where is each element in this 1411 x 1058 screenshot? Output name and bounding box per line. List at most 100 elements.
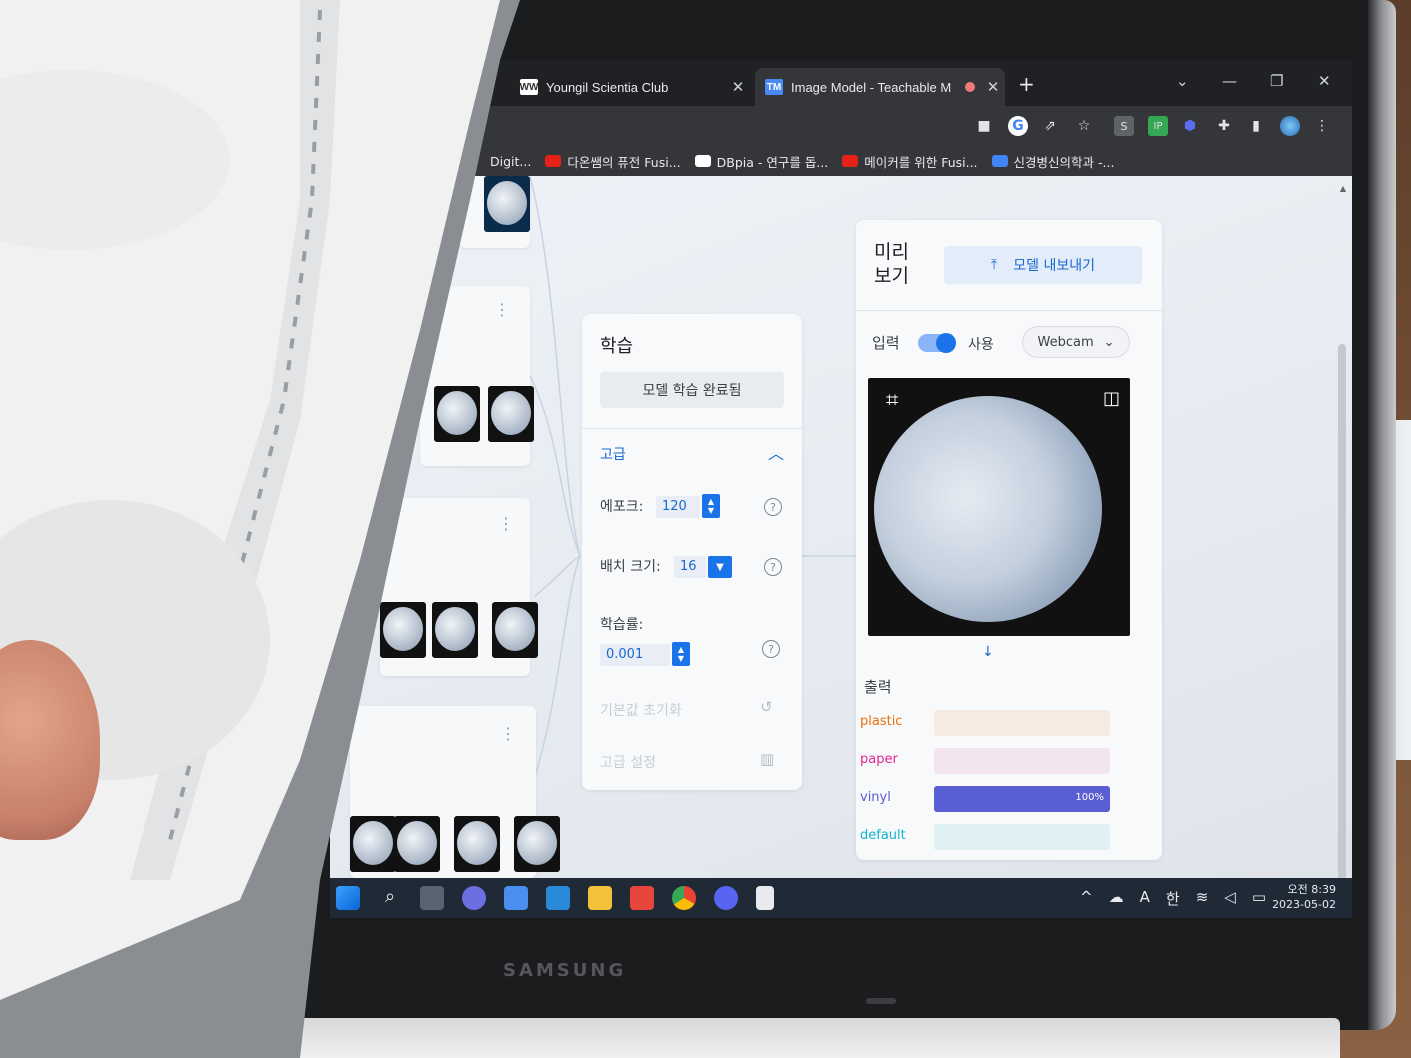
chevron-down-icon[interactable]: ▼: [708, 556, 732, 578]
dbpia-icon: [694, 155, 711, 167]
export-model-button[interactable]: ⤒ 모델 내보내기: [944, 246, 1142, 284]
bookmark-label: 신경병신의학과 -...: [1013, 154, 1115, 170]
advanced-settings-link[interactable]: 고급 설정: [600, 752, 656, 772]
help-icon[interactable]: ?: [764, 498, 782, 516]
chrome-icon[interactable]: [672, 886, 696, 910]
extension-hex-icon[interactable]: ⬢: [1180, 116, 1200, 136]
photo-scene: SAMSUNG WW Youngil Scientia Club ✕ TM Im…: [0, 0, 1411, 1058]
font-indicator[interactable]: A: [1140, 888, 1150, 909]
tab-title: Youngil Scientia Club: [546, 79, 669, 95]
epochs-label: 에포크:: [600, 499, 644, 515]
output-row: default: [860, 824, 1140, 850]
camera-icon[interactable]: ■: [974, 116, 994, 136]
chevron-down-icon: ⌄: [1103, 334, 1115, 350]
extension-ip-icon[interactable]: IP: [1148, 116, 1168, 136]
docs-icon: [991, 155, 1008, 167]
webcam-view: ⌗ ◫: [868, 378, 1130, 636]
output-row: paper: [860, 748, 1140, 774]
system-tray: ^ ☁ A 한 ≋ ◁ ▭: [1080, 888, 1266, 909]
export-label: 모델 내보내기: [1013, 258, 1095, 274]
advanced-toggle[interactable]: 고급: [600, 444, 626, 464]
class-name: paper: [860, 752, 898, 767]
preview-panel: 미리 보기 ⤒ 모델 내보내기 입력 사용 Webcam ⌄ ⌗ ◫ ↓ 출력 …: [856, 220, 1162, 860]
close-icon[interactable]: ✕: [981, 78, 1005, 96]
output-row: plastic: [860, 710, 1140, 736]
bookmark-item[interactable]: 메이커를 위한 Fusi...: [842, 152, 978, 171]
learning-rate-input[interactable]: 0.001: [600, 644, 670, 666]
epochs-input[interactable]: 120: [656, 496, 700, 518]
folder-icon[interactable]: [588, 886, 612, 910]
page-scrollbar[interactable]: ▲: [1338, 184, 1346, 884]
preview-title: 미리 보기: [874, 241, 909, 287]
menu-icon[interactable]: ⋮: [1312, 116, 1332, 136]
tab-teachable-machine[interactable]: TM Image Model - Teachable M ✕: [755, 68, 1005, 106]
cloud-icon[interactable]: ☁: [1109, 888, 1124, 909]
arrow-down-icon: ↓: [982, 644, 994, 660]
volume-icon[interactable]: ◁: [1224, 888, 1236, 909]
crop-icon[interactable]: ⌗: [886, 388, 898, 413]
training-panel: 학습 모델 학습 완료됨 고급 ︿ 에포크: 120 ▲ ▼ ? 배치 크기: 1…: [582, 314, 802, 790]
app-icon[interactable]: [630, 886, 654, 910]
ime-indicator[interactable]: 한: [1166, 888, 1180, 909]
confidence-percent: 100%: [1075, 792, 1104, 803]
class-name: default: [860, 828, 906, 843]
close-icon[interactable]: ✕: [726, 78, 750, 96]
puzzle-icon[interactable]: ✚: [1214, 116, 1234, 136]
date: 2023-05-02: [1272, 898, 1336, 911]
class-name: plastic: [860, 714, 903, 729]
notepad-icon[interactable]: [756, 886, 774, 910]
minimize-icon[interactable]: —: [1222, 72, 1237, 90]
extension-s-icon[interactable]: S: [1114, 116, 1134, 136]
battery-icon[interactable]: ▭: [1252, 888, 1266, 909]
input-label: 입력: [872, 334, 900, 352]
face-mask: [0, 0, 520, 1058]
discord-icon[interactable]: [714, 886, 738, 910]
confidence-bar: [934, 748, 1110, 774]
reset-defaults-link[interactable]: 기본값 초기화: [600, 700, 682, 720]
bookmark-item[interactable]: 다온쌤의 퓨전 Fusi...: [545, 152, 681, 171]
bookmark-label: DBpia - 연구를 돕...: [716, 154, 829, 170]
input-toggle[interactable]: [918, 333, 956, 353]
restore-icon[interactable]: ❐: [1270, 72, 1283, 90]
training-title: 학습: [600, 336, 634, 357]
laptop-hinge: [866, 998, 896, 1004]
share-icon[interactable]: ⇗: [1040, 116, 1060, 136]
input-source-select[interactable]: Webcam ⌄: [1022, 326, 1130, 358]
webcam-image: [874, 396, 1102, 622]
chevron-up-icon[interactable]: ︿: [768, 440, 784, 464]
flip-icon[interactable]: ◫: [1103, 388, 1120, 409]
time: 오전 8:39: [1287, 883, 1336, 896]
new-tab-button[interactable]: +: [1018, 72, 1035, 96]
sidepanel-icon[interactable]: ▮: [1246, 116, 1266, 136]
bookmark-item[interactable]: DBpia - 연구를 돕...: [694, 152, 829, 171]
history-icon[interactable]: ↺: [760, 698, 773, 716]
help-icon[interactable]: ?: [762, 640, 780, 658]
youtube-icon: [842, 155, 859, 167]
star-icon[interactable]: ☆: [1074, 116, 1094, 136]
output-row: vinyl 100%: [860, 786, 1140, 812]
clock[interactable]: 오전 8:39 2023-05-02: [1272, 882, 1336, 912]
laptop-lid-edge: [1368, 0, 1396, 1030]
recording-icon: [965, 82, 975, 92]
batch-size-select[interactable]: 16: [674, 556, 706, 578]
train-model-button[interactable]: 모델 학습 완료됨: [600, 372, 784, 408]
tab-search-icon[interactable]: ⌄: [1176, 72, 1189, 90]
google-icon[interactable]: G: [1008, 116, 1028, 136]
scroll-up-icon[interactable]: ▲: [1340, 184, 1346, 193]
confidence-bar: [934, 710, 1110, 736]
batch-size-label: 배치 크기:: [600, 559, 661, 575]
chevron-up-icon[interactable]: ^: [1080, 888, 1093, 909]
bookmark-item[interactable]: 신경병신의학과 -...: [991, 152, 1115, 171]
profile-avatar[interactable]: [1280, 116, 1300, 136]
learning-rate-stepper[interactable]: ▲ ▼: [672, 642, 690, 666]
window-close-icon[interactable]: ✕: [1318, 72, 1331, 90]
bookmark-label: 메이커를 위한 Fusi...: [864, 154, 978, 170]
output-label: 출력: [864, 678, 892, 696]
help-icon[interactable]: ?: [764, 558, 782, 576]
scroll-thumb[interactable]: [1338, 344, 1346, 884]
confidence-bar: 100%: [934, 786, 1110, 812]
chart-icon[interactable]: ▥: [760, 750, 774, 768]
wifi-icon[interactable]: ≋: [1196, 888, 1209, 909]
class-name: vinyl: [860, 790, 891, 805]
epochs-stepper[interactable]: ▲ ▼: [702, 494, 720, 518]
